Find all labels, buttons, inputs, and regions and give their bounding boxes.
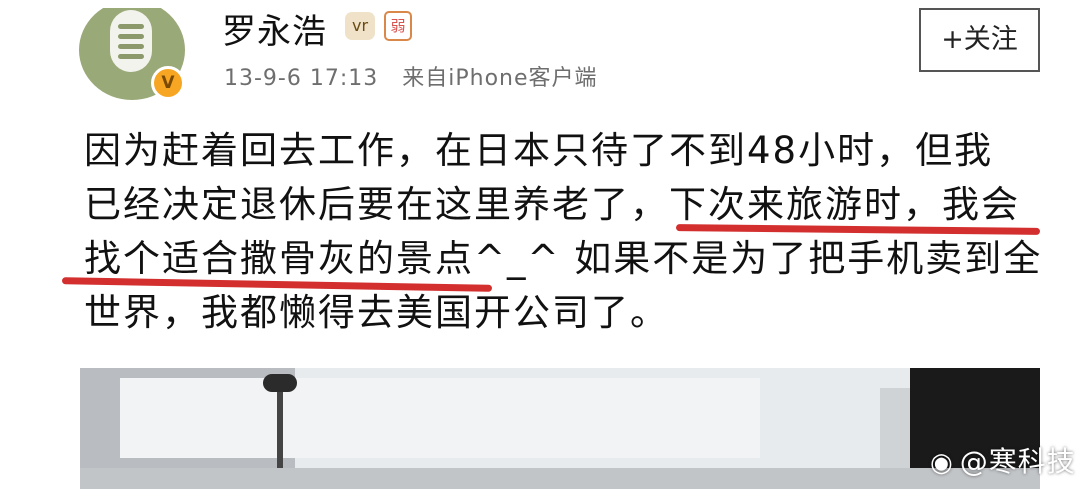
post-photo[interactable] (80, 368, 1040, 489)
post-line: 世界，我都懒得去美国开公司了。 (84, 291, 669, 334)
post-timestamp: 13-9-6 17:13 (224, 66, 379, 91)
post-meta: 13-9-6 17:13 来自iPhone客户端 (224, 60, 598, 92)
watermark: ◉ @寒科技 (930, 445, 1076, 478)
post-line: 已经决定退休后要在这里养老了，下次来旅游时，我会 (84, 183, 1020, 226)
verified-badge-icon: V (151, 66, 185, 100)
avatar-crop (79, 0, 185, 8)
level-badge-icon[interactable]: 弱 (384, 11, 412, 41)
member-badge-icon[interactable]: vr (345, 12, 375, 40)
author-name[interactable]: 罗永浩 (222, 4, 327, 53)
follow-button[interactable]: +关注 (919, 8, 1040, 72)
weibo-icon: ◉ (930, 448, 954, 478)
post-line: 因为赶着回去工作，在日本只待了不到48小时，但我 (84, 129, 994, 172)
avatar-logo-icon (110, 10, 152, 72)
post-line: 找个适合撒骨灰的景点^_^ 如果不是为了把手机卖到全 (84, 237, 1043, 280)
post-source[interactable]: 来自iPhone客户端 (402, 66, 597, 91)
